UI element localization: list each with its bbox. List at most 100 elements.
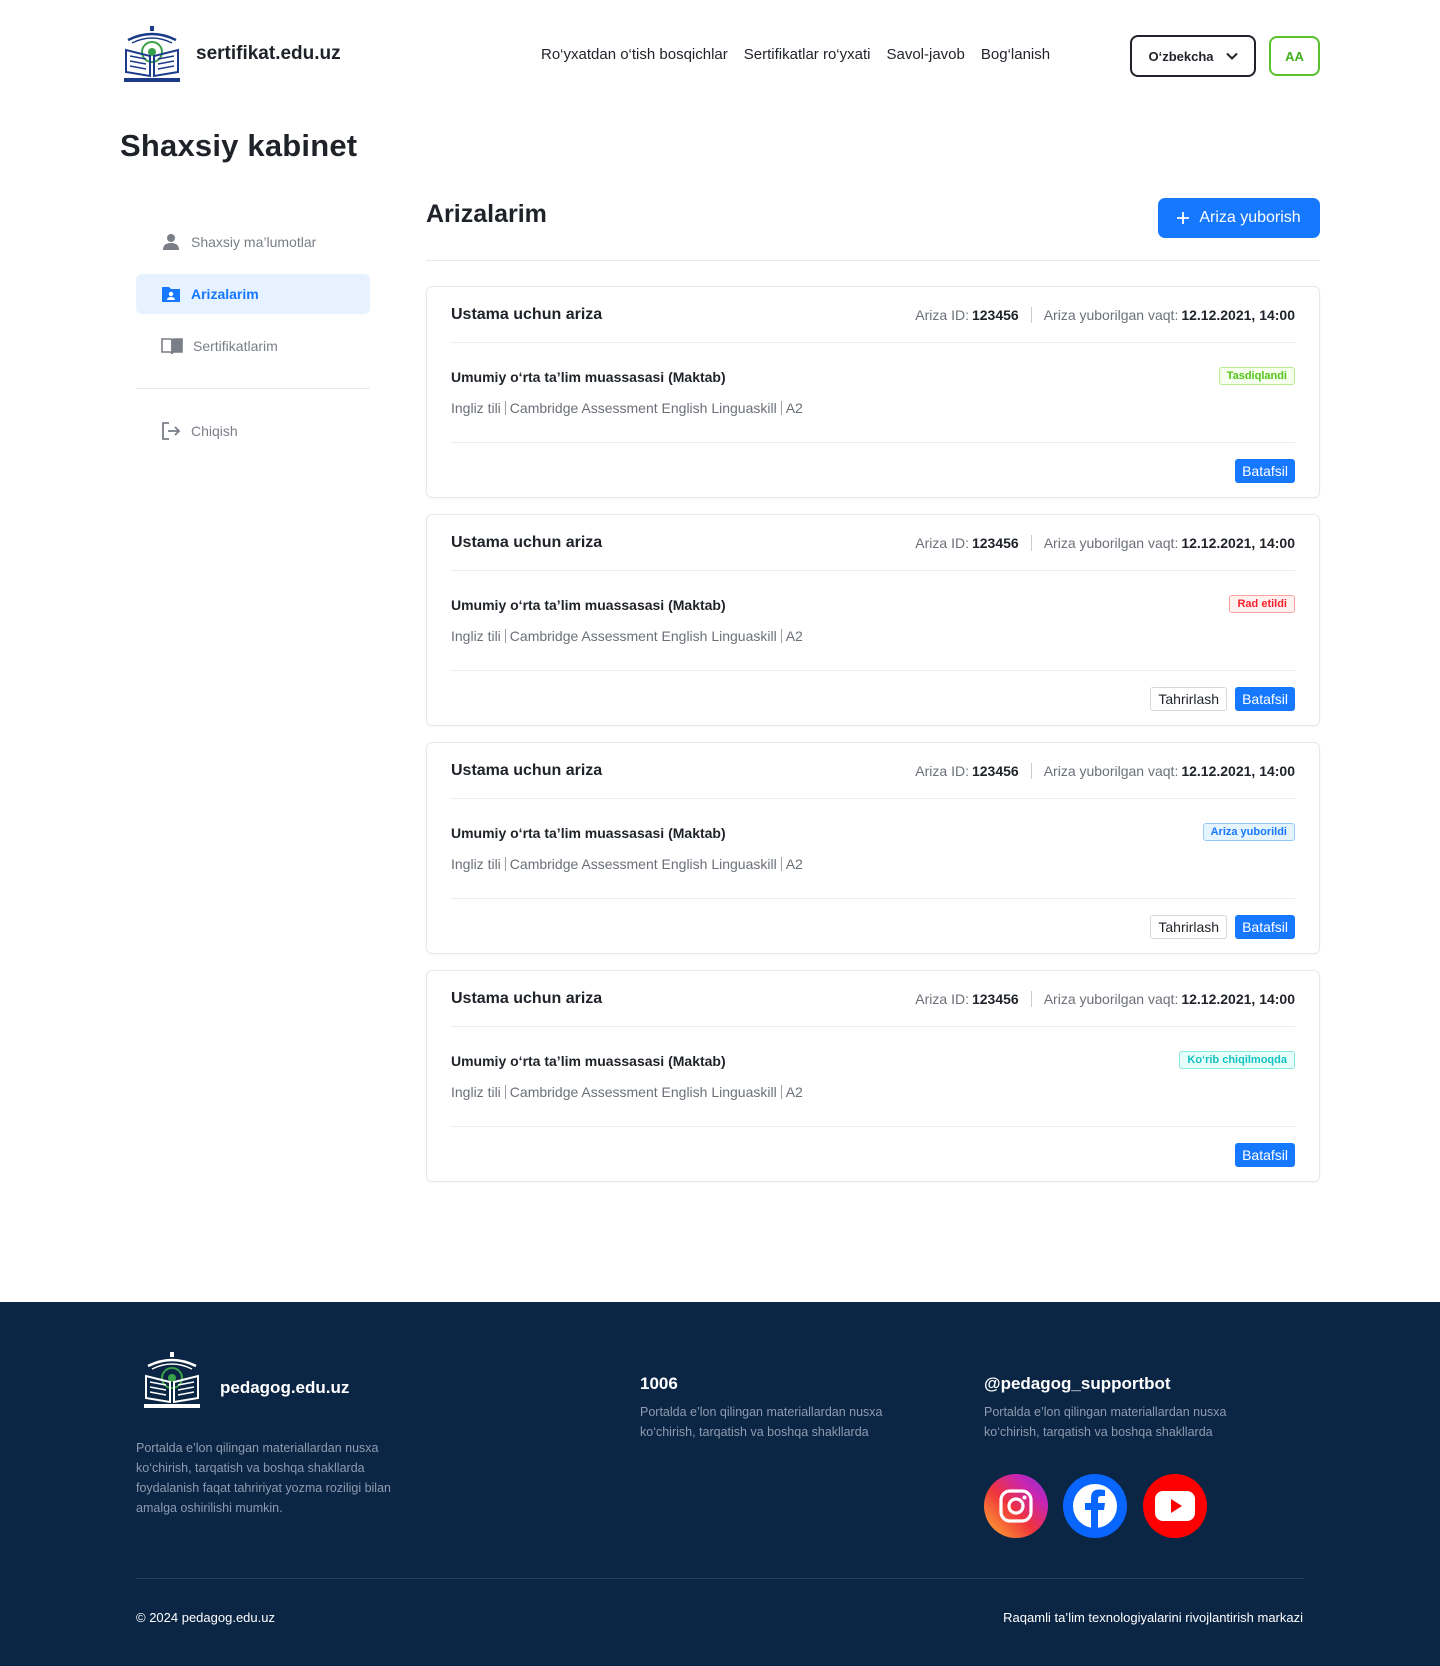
nav-registration-steps[interactable]: Ro‘yxatdan o‘tish bosqichlar: [541, 46, 728, 63]
level: A2: [785, 1084, 803, 1100]
application-time-label: Ariza yuborilgan vaqt:: [1043, 307, 1179, 323]
certificate-info: Ingliz tili Cambridge Assessment English…: [451, 400, 803, 416]
nav-faq[interactable]: Savol-javob: [886, 46, 964, 63]
logout-icon: [162, 422, 181, 440]
sidebar-item-personal-info[interactable]: Shaxsiy ma’lumotlar: [136, 222, 370, 262]
institution-name: Umumiy o‘rta ta’lim muassasasi (Maktab): [451, 1053, 726, 1069]
sidebar-item-certificates[interactable]: Sertifikatlarim: [136, 326, 370, 366]
application-time: 12.12.2021, 14:00: [1181, 307, 1295, 323]
chevron-down-icon: [1225, 52, 1238, 60]
nav-contact[interactable]: Bog‘lanish: [981, 46, 1050, 63]
application-card: Ustama uchun ariza Ariza ID: 123456 Ariza…: [426, 970, 1320, 1182]
footer-phone[interactable]: 1006: [640, 1374, 678, 1394]
nav-certificates-list[interactable]: Sertifikatlar ro‘yxati: [744, 46, 871, 63]
exam-name: Cambridge Assessment English Linguaskill: [509, 628, 777, 644]
application-time-label: Ariza yuborilgan vaqt:: [1043, 991, 1179, 1007]
footer-description: Portalda e’lon qilingan materiallardan n…: [136, 1441, 391, 1515]
application-meta: Ariza ID: 123456 Ariza yuborilgan vaqt: 12…: [915, 991, 1295, 1007]
site-footer: pedagog.edu.uz Portalda e’lon qilingan m…: [0, 1302, 1440, 1666]
main-nav: Ro‘yxatdan o‘tish bosqichlar Sertifikatl…: [541, 46, 1050, 63]
application-card: Ustama uchun ariza Ariza ID: 123456 Ariza…: [426, 286, 1320, 498]
facebook-icon[interactable]: [1063, 1474, 1127, 1538]
copyright: © 2024 pedagog.edu.uz: [136, 1610, 275, 1625]
youtube-icon[interactable]: [1143, 1474, 1207, 1538]
footer-divider: [136, 1578, 1304, 1579]
submit-application-button[interactable]: Ariza yuborish: [1158, 198, 1320, 238]
page-title: Shaxsiy kabinet: [120, 128, 358, 163]
certificate-info: Ingliz tili Cambridge Assessment English…: [451, 1084, 803, 1100]
application-id-label: Ariza ID:: [915, 307, 969, 323]
details-button[interactable]: Batafsil: [1235, 915, 1295, 939]
exam-name: Cambridge Assessment English Linguaskill: [509, 856, 777, 872]
sidebar-item-label: Sertifikatlarim: [193, 338, 278, 354]
edit-button[interactable]: Tahrirlash: [1150, 687, 1228, 711]
section-title: Arizalarim: [426, 200, 547, 228]
application-list: Ustama uchun ariza Ariza ID: 123456 Ariza…: [426, 286, 1320, 1198]
application-time: 12.12.2021, 14:00: [1181, 991, 1295, 1007]
details-button[interactable]: Batafsil: [1235, 687, 1295, 711]
application-time: 12.12.2021, 14:00: [1181, 535, 1295, 551]
sidebar: Shaxsiy ma’lumotlar Arizalarim Sertifika…: [136, 222, 370, 451]
instagram-icon[interactable]: [984, 1474, 1048, 1538]
sidebar-item-applications[interactable]: Arizalarim: [136, 274, 370, 314]
status-badge: Tasdiqlandi: [1218, 367, 1295, 385]
book-icon: [161, 338, 183, 355]
application-id-label: Ariza ID:: [915, 535, 969, 551]
application-id: 123456: [971, 763, 1019, 779]
emblem-logo-icon[interactable]: [122, 26, 182, 84]
application-time: 12.12.2021, 14:00: [1181, 763, 1295, 779]
footer-organization: Raqamli ta’lim texnologiyalarini rivojla…: [1003, 1610, 1303, 1625]
sidebar-item-label: Arizalarim: [191, 286, 259, 302]
language-label: O‘zbekcha: [1148, 48, 1214, 64]
application-title: Ustama uchun ariza: [451, 534, 603, 551]
language-select[interactable]: O‘zbekcha: [1130, 35, 1256, 77]
font-size-button[interactable]: AA: [1269, 36, 1320, 76]
institution-name: Umumiy o‘rta ta’lim muassasasi (Maktab): [451, 825, 726, 841]
level: A2: [785, 856, 803, 872]
level: A2: [785, 628, 803, 644]
application-meta: Ariza ID: 123456 Ariza yuborilgan vaqt: 12…: [915, 763, 1295, 779]
status-badge: Ko‘rib chiqilmoqda: [1179, 1051, 1295, 1069]
footer-brand[interactable]: pedagog.edu.uz: [220, 1378, 349, 1398]
application-card: Ustama uchun ariza Ariza ID: 123456 Ariza…: [426, 742, 1320, 954]
certificate-info: Ingliz tili Cambridge Assessment English…: [451, 856, 803, 872]
application-id-label: Ariza ID:: [915, 763, 969, 779]
sidebar-item-label: Shaxsiy ma’lumotlar: [191, 234, 317, 250]
application-title: Ustama uchun ariza: [451, 306, 603, 323]
application-card: Ustama uchun ariza Ariza ID: 123456 Ariza…: [426, 514, 1320, 726]
footer-support-bot[interactable]: @pedagog_supportbot: [984, 1374, 1171, 1394]
institution-name: Umumiy o‘rta ta’lim muassasasi (Maktab): [451, 369, 726, 385]
subject: Ingliz tili: [451, 856, 501, 872]
footer-bot-text: Portalda e’lon qilingan materiallardan n…: [984, 1405, 1227, 1439]
edit-button[interactable]: Tahrirlash: [1150, 915, 1228, 939]
brand-name[interactable]: sertifikat.edu.uz: [196, 43, 341, 65]
application-meta: Ariza ID: 123456 Ariza yuborilgan vaqt: 12…: [915, 307, 1295, 323]
application-id: 123456: [971, 307, 1019, 323]
status-badge: Rad etildi: [1229, 595, 1295, 613]
exam-name: Cambridge Assessment English Linguaskill: [509, 1084, 777, 1100]
certificate-info: Ingliz tili Cambridge Assessment English…: [451, 628, 803, 644]
section-divider: [426, 260, 1320, 261]
sidebar-item-logout[interactable]: Chiqish: [136, 411, 370, 451]
details-button[interactable]: Batafsil: [1235, 459, 1295, 483]
site-header: sertifikat.edu.uz Ro‘yxatdan o‘tish bosq…: [0, 0, 1440, 112]
footer-emblem-logo-icon[interactable]: [142, 1352, 202, 1410]
status-badge: Ariza yuborildi: [1202, 823, 1295, 841]
user-icon: [163, 234, 179, 250]
level: A2: [785, 400, 803, 416]
details-button[interactable]: Batafsil: [1235, 1143, 1295, 1167]
application-id: 123456: [971, 991, 1019, 1007]
application-id-label: Ariza ID:: [915, 991, 969, 1007]
subject: Ingliz tili: [451, 400, 501, 416]
application-title: Ustama uchun ariza: [451, 762, 603, 779]
subject: Ingliz tili: [451, 628, 501, 644]
application-id: 123456: [971, 535, 1019, 551]
institution-name: Umumiy o‘rta ta’lim muassasasi (Maktab): [451, 597, 726, 613]
exam-name: Cambridge Assessment English Linguaskill: [509, 400, 777, 416]
footer-phone-text: Portalda e’lon qilingan materiallardan n…: [640, 1405, 883, 1439]
sidebar-item-label: Chiqish: [191, 423, 238, 439]
application-meta: Ariza ID: 123456 Ariza yuborilgan vaqt: 12…: [915, 535, 1295, 551]
subject: Ingliz tili: [451, 1084, 501, 1100]
folder-user-icon: [162, 287, 180, 302]
application-time-label: Ariza yuborilgan vaqt:: [1043, 535, 1179, 551]
